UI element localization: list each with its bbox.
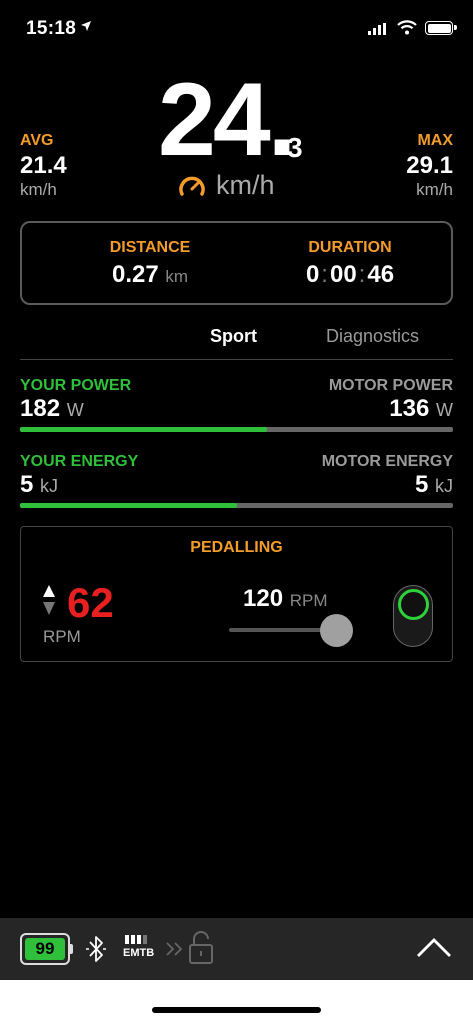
duration-label: DURATION <box>308 239 392 256</box>
cellular-signal-icon <box>368 23 386 35</box>
chevron-up-icon[interactable] <box>414 936 454 960</box>
status-bar: 15:18 <box>0 0 473 56</box>
avg-value: 21.4 <box>20 152 67 179</box>
assist-level-bars <box>125 935 154 944</box>
cadence-unit: RPM <box>43 627 81 646</box>
pedalling-panel: PEDALLING 62 RPM 120 RPM <box>20 526 453 662</box>
current-speed: 24. <box>158 62 297 178</box>
cadence-trend-icon <box>43 585 55 615</box>
your-power-label: YOUR POWER <box>20 377 132 394</box>
power-share-bar <box>20 427 453 432</box>
your-energy-label: YOUR ENERGY <box>20 453 139 470</box>
cadence-value: 62 <box>67 579 114 626</box>
avg-label: AVG <box>20 132 54 149</box>
duration-seconds: 46 <box>367 261 395 288</box>
toggle-knob <box>398 589 429 620</box>
motor-energy-label: MOTOR ENERGY <box>321 453 453 470</box>
target-cadence-slider-thumb[interactable] <box>320 614 353 647</box>
speed-unit: km/h <box>216 170 275 200</box>
location-arrow-icon <box>81 21 91 31</box>
energy-share-bar <box>20 503 453 508</box>
your-power-unit: W <box>66 400 84 420</box>
power-metric: YOUR POWER MOTOR POWER 182 W 136 W <box>20 377 453 432</box>
motor-power-value: 136 <box>389 395 430 422</box>
max-speed: MAX 29.1 km/h <box>406 132 453 200</box>
speedometer-icon <box>179 176 205 196</box>
duration-minutes: 00 <box>329 261 357 288</box>
duration-hours: 0 <box>305 261 320 288</box>
your-energy-value: 5 <box>20 471 34 498</box>
distance-value: 0.27 <box>111 261 159 288</box>
wifi-icon <box>397 20 417 35</box>
status-time: 15:18 <box>26 18 77 39</box>
bottom-bar: 99 EMTB <box>0 918 473 980</box>
your-energy-unit: kJ <box>40 476 59 496</box>
assist-level-bar <box>131 935 135 944</box>
energy-metric: YOUR ENERGY MOTOR ENERGY 5 kJ 5 kJ <box>20 453 453 508</box>
motor-power-label: MOTOR POWER <box>328 377 453 394</box>
motor-power-unit: W <box>436 400 453 420</box>
bluetooth-icon[interactable] <box>84 934 108 964</box>
assist-level-bar <box>143 935 147 944</box>
distance-unit: km <box>165 267 189 286</box>
duration-stat: DURATION 0:00:46 <box>280 239 420 289</box>
power-share-fill <box>20 427 267 432</box>
chevrons-icon <box>166 942 183 956</box>
bike-battery-icon: 99 <box>20 933 73 965</box>
pedalling-title: PEDALLING <box>190 539 283 556</box>
max-value: 29.1 <box>406 152 453 179</box>
lock-icon[interactable] <box>188 931 214 965</box>
assist-mode-label: EMTB <box>123 947 155 959</box>
distance-label: DISTANCE <box>109 239 191 256</box>
current-speed-decimal: 3 <box>287 132 303 163</box>
trip-summary-box: DISTANCE 0.27 km DURATION 0:00:46 <box>20 221 453 305</box>
bike-battery-percent: 99 <box>25 938 65 960</box>
assist-level-bar <box>125 935 129 944</box>
max-unit: km/h <box>416 180 453 199</box>
tab-diagnostics[interactable]: Diagnostics <box>326 326 419 347</box>
cadence-alert-toggle[interactable] <box>393 585 433 647</box>
phone-battery-icon <box>425 21 457 35</box>
duration-separator: : <box>358 261 366 288</box>
assist-level-bar <box>137 935 141 944</box>
avg-speed: AVG 21.4 km/h <box>20 132 67 200</box>
home-indicator-area <box>0 980 473 1024</box>
duration-separator: : <box>321 261 328 288</box>
max-label: MAX <box>417 132 453 149</box>
tab-sport[interactable]: Sport <box>210 326 257 347</box>
target-cadence-unit: RPM <box>289 591 328 610</box>
tab-bar: Sport Diagnostics <box>20 324 453 360</box>
speed-unit-row: km/h <box>178 170 275 201</box>
motor-energy-unit: kJ <box>435 476 453 496</box>
energy-share-fill <box>20 503 237 508</box>
motor-energy-value: 5 <box>414 471 429 498</box>
distance-stat: DISTANCE 0.27 km <box>80 239 220 289</box>
target-cadence-value: 120 <box>243 585 284 612</box>
your-power-value: 182 <box>20 395 61 422</box>
home-indicator[interactable] <box>152 1007 321 1013</box>
avg-unit: km/h <box>20 180 57 199</box>
assist-mode-indicator[interactable]: EMTB <box>123 935 154 959</box>
